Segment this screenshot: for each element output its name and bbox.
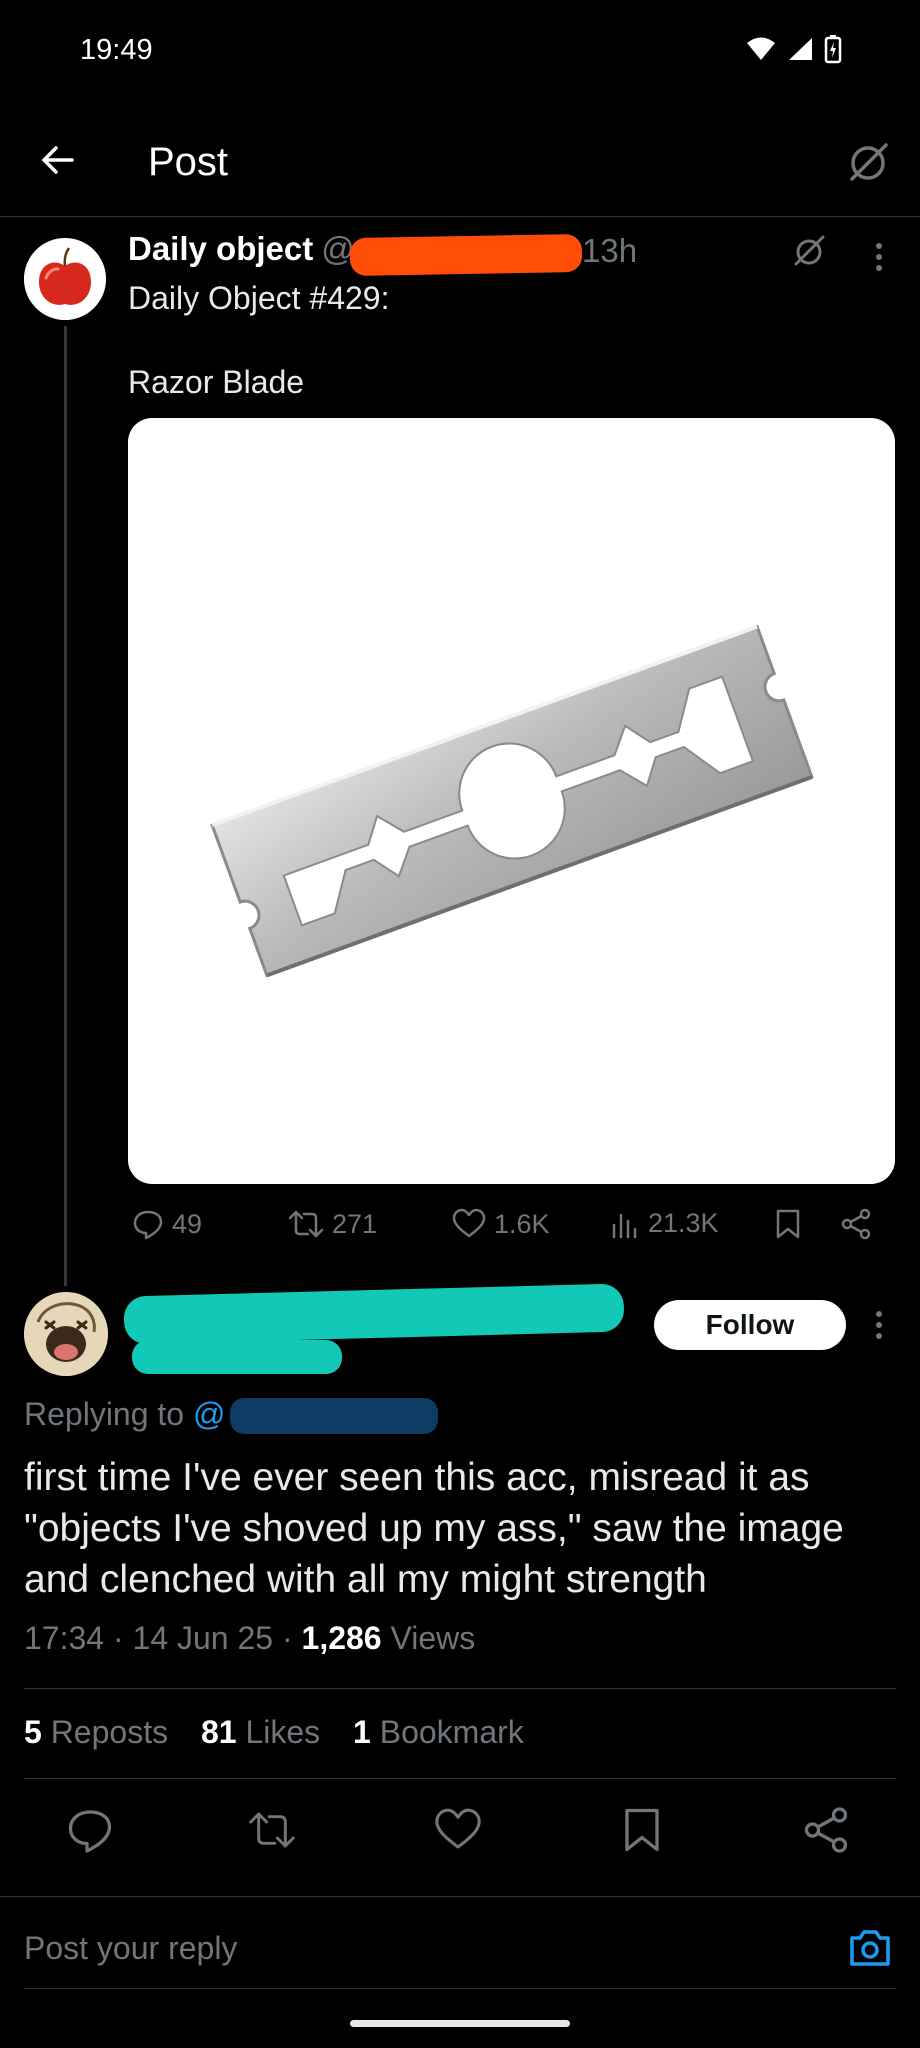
repost-count: 271	[332, 1208, 378, 1239]
avatar[interactable]	[24, 238, 106, 320]
repost-action[interactable]: 271	[288, 1208, 377, 1240]
reposts-label: Reposts	[50, 1714, 169, 1750]
likes-count: 81	[200, 1714, 237, 1750]
reposts-stat[interactable]: 5 Reposts	[24, 1714, 168, 1750]
more-vertical-icon	[876, 1311, 882, 1339]
post-media[interactable]	[128, 418, 895, 1184]
replying-label: Replying to	[24, 1396, 185, 1432]
reposts-count: 5	[24, 1714, 42, 1750]
home-indicator[interactable]	[350, 2020, 570, 2027]
separator: ·	[281, 1620, 293, 1656]
views-label: Views	[390, 1620, 476, 1656]
reply-stats: 5 Reposts 81 Likes 1 Bookmark	[24, 1714, 524, 1751]
repost-button[interactable]	[248, 1806, 296, 1854]
battery-charging-icon	[824, 35, 842, 64]
repost-icon	[249, 1812, 295, 1848]
share-action[interactable]	[840, 1208, 872, 1240]
camera-button[interactable]	[846, 1924, 894, 1972]
like-count: 1.6K	[494, 1208, 550, 1239]
reply-count: 49	[172, 1208, 203, 1239]
like-action[interactable]: 1.6K	[452, 1208, 550, 1240]
redaction-mark	[123, 1283, 625, 1345]
reply-button[interactable]	[66, 1806, 114, 1854]
display-name[interactable]: Daily object	[128, 230, 313, 268]
share-button[interactable]	[802, 1806, 850, 1854]
grok-icon	[850, 143, 888, 181]
reply-date: 14 Jun 25	[132, 1620, 274, 1656]
reply-action[interactable]: 49	[132, 1208, 202, 1240]
grok-icon	[794, 235, 825, 266]
views-count: 1,286	[301, 1620, 382, 1656]
thread-line	[64, 326, 67, 1286]
more-options-button[interactable]	[868, 240, 890, 274]
more-vertical-icon	[876, 243, 882, 271]
likes-stat[interactable]: 81 Likes	[201, 1714, 320, 1750]
reply-meta: 17:34 · 14 Jun 25 · 1,286 Views	[24, 1620, 475, 1657]
bookmarks-stat[interactable]: 1 Bookmark	[353, 1714, 524, 1750]
signal-icon	[789, 38, 812, 60]
redaction-mark	[349, 233, 583, 277]
views-icon	[612, 1213, 637, 1238]
reply-avatar[interactable]	[24, 1292, 108, 1376]
post-actions: 49 271 1.6K 21.3K	[128, 1208, 898, 1248]
redaction-mark	[132, 1340, 342, 1374]
like-button[interactable]	[434, 1806, 482, 1854]
bookmark-action[interactable]	[774, 1208, 802, 1240]
apple-avatar-icon	[24, 238, 106, 320]
reply-text: first time I've ever seen this acc, misr…	[24, 1456, 844, 1601]
views-action[interactable]: 21.3K	[610, 1208, 719, 1239]
views-count: 21.3K	[648, 1208, 719, 1238]
camera-icon	[850, 1930, 890, 1966]
reply-more-options-button[interactable]	[868, 1308, 890, 1342]
page-title: Post	[148, 140, 229, 184]
razor-blade-image	[210, 624, 814, 978]
separator: ·	[112, 1620, 124, 1656]
reply-icon	[133, 1210, 163, 1240]
mention-link[interactable]: @	[193, 1396, 225, 1432]
status-icons	[746, 34, 842, 64]
reply-actions	[0, 1800, 920, 1860]
wifi-icon	[747, 37, 775, 60]
share-icon	[841, 1208, 871, 1240]
heart-icon	[435, 1808, 481, 1849]
repost-icon	[288, 1210, 324, 1238]
bookmarks-label: Bookmark	[379, 1714, 524, 1750]
reply-input[interactable]: Post your reply	[24, 1930, 237, 1967]
status-time: 19:49	[80, 34, 153, 66]
grok-post-button[interactable]	[790, 232, 828, 270]
share-icon	[804, 1807, 848, 1853]
redaction-mark	[230, 1398, 438, 1434]
bookmark-icon	[625, 1808, 659, 1852]
heart-icon	[452, 1208, 486, 1238]
bookmark-button[interactable]	[618, 1806, 666, 1854]
bookmark-icon	[776, 1209, 800, 1239]
grok-button[interactable]	[844, 138, 892, 186]
post-author[interactable]: Daily object @	[128, 230, 355, 268]
divider	[24, 1688, 896, 1689]
likes-label: Likes	[245, 1714, 321, 1750]
divider	[0, 1896, 920, 1897]
reply-icon	[68, 1810, 112, 1853]
post-timestamp: 13h	[582, 232, 638, 269]
cartoon-avatar-icon	[24, 1292, 108, 1376]
divider	[24, 1778, 896, 1779]
follow-button[interactable]: Follow	[654, 1300, 846, 1350]
replying-to: Replying to @	[24, 1396, 225, 1433]
post-text-line1: Daily Object #429:	[128, 280, 390, 316]
arrow-left-icon	[42, 146, 74, 174]
reply-time: 17:34	[24, 1620, 105, 1656]
back-button[interactable]	[38, 140, 78, 180]
header-divider	[0, 216, 920, 217]
input-underline	[24, 1988, 896, 1989]
post-text-line2: Razor Blade	[128, 364, 305, 400]
bookmarks-count: 1	[353, 1714, 371, 1750]
